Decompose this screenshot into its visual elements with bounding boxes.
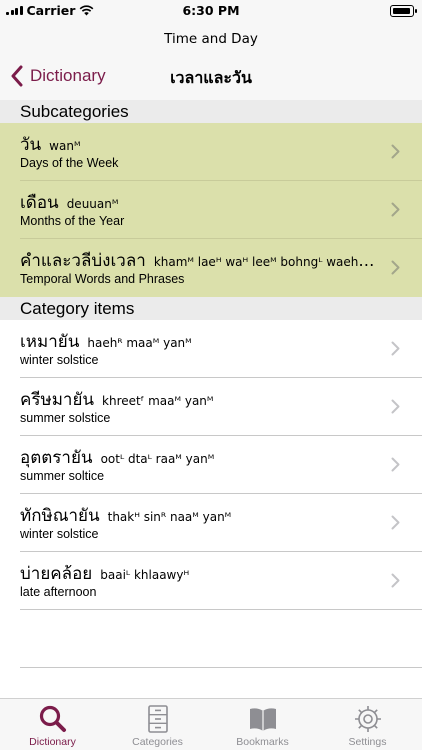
- section-header-subcategories: Subcategories: [0, 100, 422, 123]
- row-title: ครีษมายัน khreetᶠ maaᴹ yanᴹ: [20, 386, 376, 413]
- tab-bookmarks[interactable]: Bookmarks: [210, 699, 315, 750]
- chevron-right-icon: [391, 515, 400, 530]
- english-label: late afternoon: [20, 585, 97, 599]
- subcategory-row[interactable]: เดือน deuuanᴹ Months of the Year: [0, 181, 422, 239]
- transliteration: khamᴹ laeᴴ waᴴ leeᴹ bohngᴸ waehᴹ l...: [153, 255, 376, 269]
- category-item-row[interactable]: อุตตรายัน ootᴸ dtaᴸ raaᴹ yanᴹ summer solt…: [0, 436, 422, 494]
- tab-label: Settings: [348, 736, 387, 748]
- row-title: บ่ายคล้อย baaiᴸ khlaawyᴴ: [20, 560, 376, 587]
- english-label: Temporal Words and Phrases: [20, 272, 185, 286]
- transliteration: baaiᴸ khlaawyᴴ: [100, 568, 190, 582]
- tab-label: Dictionary: [29, 736, 76, 748]
- english-label: winter solstice: [20, 527, 99, 541]
- tab-categories[interactable]: Categories: [105, 699, 210, 750]
- thai-word: เดือน: [20, 193, 59, 213]
- chevron-right-icon: [391, 399, 400, 414]
- tab-label: Bookmarks: [236, 736, 289, 748]
- battery-icon: [390, 5, 417, 17]
- book-icon: [250, 708, 276, 731]
- transliteration: haehᴿ maaᴹ yanᴹ: [87, 336, 192, 350]
- thai-word: บ่ายคล้อย: [20, 564, 93, 584]
- thai-word: วัน: [20, 135, 42, 155]
- english-label: Days of the Week: [20, 156, 119, 170]
- thai-word: คำและวลีบ่งเวลา: [20, 251, 146, 271]
- category-item-row[interactable]: ทักษิณายัน thakᴴ sinᴿ naaᴹ yanᴹ winter so…: [0, 494, 422, 552]
- english-label: winter solstice: [20, 353, 99, 367]
- transliteration: ootᴸ dtaᴸ raaᴹ yanᴹ: [100, 452, 215, 466]
- chevron-right-icon: [391, 144, 400, 159]
- row-title: เดือน deuuanᴹ: [20, 189, 376, 216]
- category-item-row[interactable]: บ่ายคล้อย baaiᴸ khlaawyᴴ late afternoon: [0, 552, 422, 610]
- row-title: วัน wanᴹ: [20, 131, 376, 158]
- category-item-row[interactable]: ครีษมายัน khreetᶠ maaᴹ yanᴹ summer solsti…: [0, 378, 422, 436]
- thai-word: เหมายัน: [20, 332, 80, 352]
- tab-settings[interactable]: Settings: [315, 699, 420, 750]
- category-item-row[interactable]: เหมายัน haehᴿ maaᴹ yanᴹ winter solstice: [0, 320, 422, 378]
- search-icon: [39, 705, 66, 732]
- thai-word: ทักษิณายัน: [20, 506, 100, 526]
- english-label: summer soltice: [20, 469, 105, 483]
- transliteration: thakᴴ sinᴿ naaᴹ yanᴹ: [107, 510, 232, 524]
- subcategory-row[interactable]: วัน wanᴹ Days of the Week: [0, 123, 422, 181]
- transliteration: deuuanᴹ: [66, 197, 119, 211]
- english-label: Months of the Year: [20, 214, 125, 228]
- chevron-right-icon: [391, 202, 400, 217]
- subcategory-row[interactable]: คำและวลีบ่งเวลา khamᴹ laeᴴ waᴴ leeᴹ bohng…: [0, 239, 422, 297]
- transliteration: wanᴹ: [49, 139, 81, 153]
- screen-title: Time and Day: [164, 31, 258, 47]
- thai-word: ครีษมายัน: [20, 390, 95, 410]
- row-title: ทักษิณายัน thakᴴ sinᴿ naaᴹ yanᴹ: [20, 502, 376, 529]
- status-bar: Carrier 6:30 PM: [0, 0, 422, 22]
- chevron-right-icon: [391, 457, 400, 472]
- row-title: เหมายัน haehᴿ maaᴹ yanᴹ: [20, 328, 376, 355]
- chevron-right-icon: [391, 341, 400, 356]
- navigation-bar: Time and Day Dictionary เวลาและวัน: [0, 22, 422, 100]
- gear-icon: [355, 706, 381, 732]
- empty-row: [0, 610, 422, 668]
- transliteration: khreetᶠ maaᴹ yanᴹ: [102, 394, 214, 408]
- chevron-right-icon: [391, 573, 400, 588]
- row-title: อุตตรายัน ootᴸ dtaᴸ raaᴹ yanᴹ: [20, 444, 376, 471]
- tab-dictionary[interactable]: Dictionary: [0, 699, 105, 750]
- chevron-right-icon: [391, 260, 400, 275]
- status-time: 6:30 PM: [182, 3, 240, 18]
- section-header-category-items: Category items: [0, 297, 422, 320]
- thai-word: อุตตรายัน: [20, 448, 93, 468]
- cabinet-icon: [148, 705, 168, 733]
- tab-label: Categories: [132, 736, 183, 748]
- english-label: summer solstice: [20, 411, 111, 425]
- tab-bar: Dictionary Categories Bookmarks Settings: [0, 698, 422, 750]
- row-title: คำและวลีบ่งเวลา khamᴹ laeᴴ waᴴ leeᴹ bohng…: [20, 247, 376, 274]
- page-title: เวลาและวัน: [170, 68, 252, 87]
